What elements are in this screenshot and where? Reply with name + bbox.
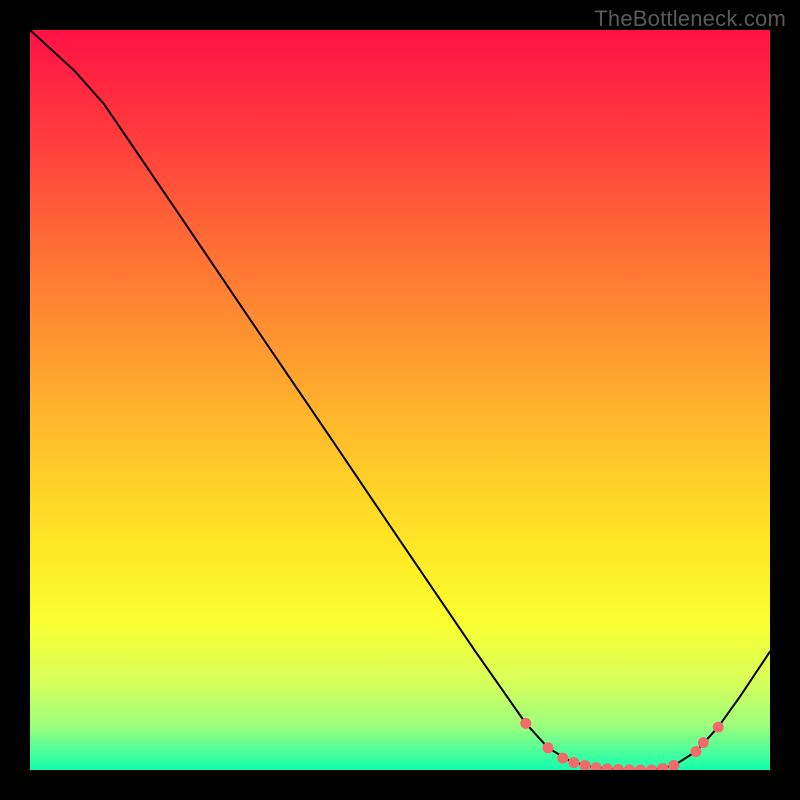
watermark-text: TheBottleneck.com (594, 6, 786, 32)
chart-container: TheBottleneck.com (0, 0, 800, 800)
marker-point (568, 757, 579, 768)
gradient-background (30, 30, 770, 770)
marker-point (557, 753, 568, 764)
chart-svg (30, 30, 770, 770)
marker-point (698, 737, 709, 748)
plot-area (30, 30, 770, 770)
marker-point (543, 742, 554, 753)
marker-point (691, 746, 702, 757)
marker-point (713, 722, 724, 733)
marker-point (520, 718, 531, 729)
